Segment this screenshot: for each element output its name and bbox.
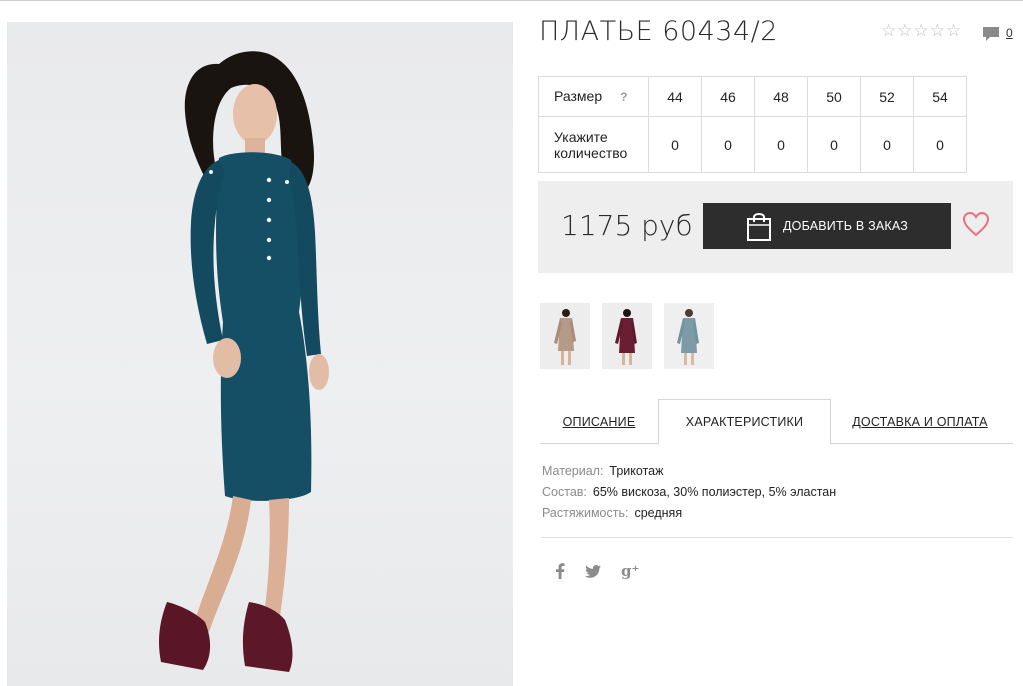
spec-key: Растяжимость:: [542, 506, 629, 520]
tab-characteristics[interactable]: ХАРАКТЕРИСТИКИ: [658, 399, 831, 445]
quantity-field[interactable]: 0: [913, 116, 967, 173]
thumbnail-burgundy[interactable]: [602, 303, 652, 369]
quantity-field[interactable]: 0: [701, 116, 755, 173]
quantity-field[interactable]: 0: [807, 116, 861, 173]
info-tabs: ОПИСАНИЕ ХАРАКТЕРИСТИКИ ДОСТАВКА И ОПЛАТ…: [540, 399, 1013, 445]
characteristics-list: Материал: Трикотаж Состав: 65% вискоза, 30…: [542, 461, 836, 524]
size-label-cell: Размер?: [538, 76, 649, 117]
model-illustration: [159, 51, 329, 672]
top-rule: [0, 0, 1023, 1]
size-row: Размер? 44 46 48 50 52 54: [538, 76, 967, 117]
thumbnail-image: [602, 303, 652, 369]
add-to-order-button[interactable]: ДОБАВИТЬ В ЗАКАЗ: [703, 203, 951, 249]
size-option[interactable]: 50: [807, 76, 861, 117]
star-icon[interactable]: ☆: [946, 23, 961, 40]
size-label: Размер: [554, 88, 603, 104]
quantity-row: Укажите количество 0 0 0 0 0 0: [538, 116, 967, 173]
rating-stars[interactable]: ☆ ☆ ☆ ☆ ☆: [881, 23, 961, 40]
thumbnail-image: [664, 303, 714, 369]
size-option[interactable]: 48: [754, 76, 808, 117]
price-box: 1175 руб ДОБАВИТЬ В ЗАКАЗ: [538, 181, 1013, 273]
add-to-order-label: ДОБАВИТЬ В ЗАКАЗ: [783, 219, 909, 233]
facebook-icon[interactable]: [555, 561, 565, 581]
tab-description-label: ОПИСАНИЕ: [562, 414, 636, 429]
product-price: 1175 руб: [561, 209, 693, 242]
product-title: ПЛАТЬЕ 60434/2: [539, 16, 778, 47]
spec-row-material: Материал: Трикотаж: [542, 461, 836, 482]
spec-value: средняя: [634, 506, 683, 520]
size-option[interactable]: 44: [648, 76, 702, 117]
spec-key: Состав:: [542, 485, 587, 499]
comment-count-link[interactable]: 0: [1006, 26, 1013, 40]
tab-description[interactable]: ОПИСАНИЕ: [540, 399, 658, 444]
star-icon[interactable]: ☆: [897, 23, 912, 40]
size-option[interactable]: 52: [860, 76, 914, 117]
size-option[interactable]: 46: [701, 76, 755, 117]
spec-key: Материал:: [542, 464, 604, 478]
spec-row-stretch: Растяжимость: средняя: [542, 503, 836, 524]
spec-value: Трикотаж: [609, 464, 664, 478]
thumbnail-blue-grey[interactable]: [664, 303, 714, 369]
spec-value: 65% вискоза, 30% полиэстер, 5% эластан: [592, 485, 837, 499]
star-icon[interactable]: ☆: [881, 23, 896, 40]
comment-icon[interactable]: [982, 26, 1000, 42]
size-help-icon[interactable]: ?: [620, 90, 627, 104]
social-share: g⁺: [555, 561, 639, 581]
quantity-label: Укажите количество: [538, 116, 649, 173]
tab-delivery-payment[interactable]: ДОСТАВКА И ОПЛАТА: [831, 399, 1009, 444]
size-option[interactable]: 54: [913, 76, 967, 117]
quantity-field[interactable]: 0: [860, 116, 914, 173]
color-thumbnails: [540, 303, 714, 369]
heart-icon[interactable]: [962, 211, 990, 237]
star-icon[interactable]: ☆: [914, 23, 929, 40]
tab-delivery-payment-label: ДОСТАВКА И ОПЛАТА: [852, 414, 988, 429]
divider: [541, 537, 1013, 538]
spec-row-composition: Состав: 65% вискоза, 30% полиэстер, 5% эл…: [542, 482, 836, 503]
product-main-photo[interactable]: [7, 22, 513, 686]
tab-characteristics-label: ХАРАКТЕРИСТИКИ: [685, 415, 804, 429]
quantity-field[interactable]: 0: [754, 116, 808, 173]
bag-icon: [747, 213, 771, 241]
google-plus-icon[interactable]: g⁺: [621, 561, 639, 581]
quantity-field[interactable]: 0: [648, 116, 702, 173]
thumbnail-image: [540, 303, 590, 369]
star-icon[interactable]: ☆: [930, 23, 945, 40]
size-quantity-table: Размер? 44 46 48 50 52 54 Укажите количе…: [538, 76, 967, 173]
thumbnail-beige[interactable]: [540, 303, 590, 369]
twitter-icon[interactable]: [585, 561, 601, 581]
